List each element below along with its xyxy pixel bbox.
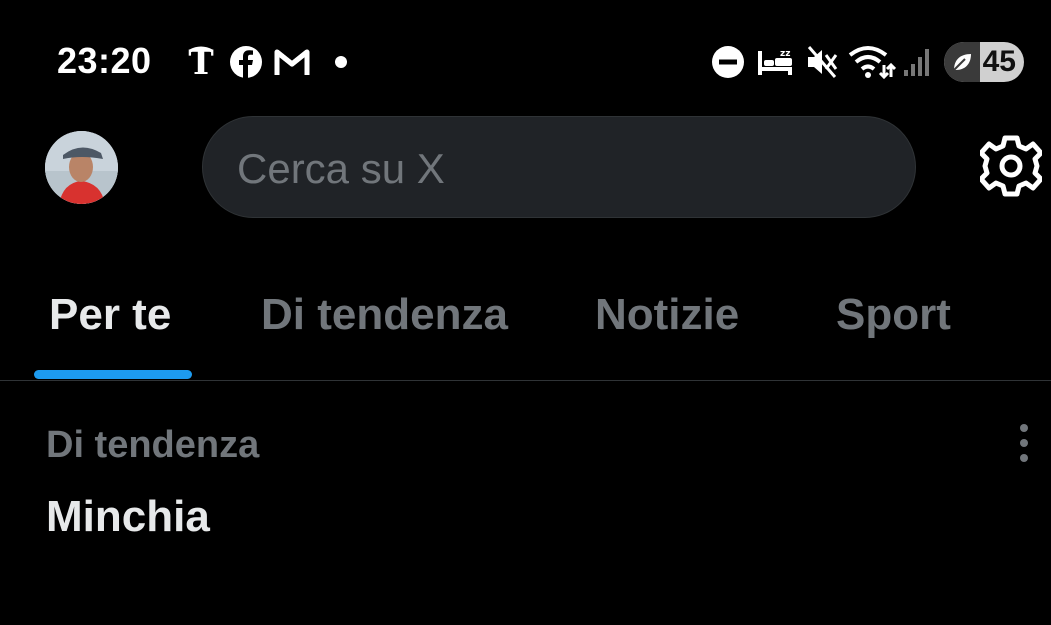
- search-input[interactable]: Cerca su X: [202, 116, 916, 218]
- status-time: 23:20: [57, 40, 152, 81]
- sleep-mode-icon: zz: [756, 44, 794, 80]
- power-saving-leaf-icon: [953, 54, 971, 71]
- active-tab-indicator: [34, 370, 192, 379]
- vibrate-icon: [804, 44, 840, 80]
- facebook-icon: [228, 44, 264, 80]
- nytimes-icon: T: [183, 44, 219, 80]
- cellular-signal-icon: [902, 44, 932, 80]
- wifi-icon: [848, 44, 896, 80]
- explore-tabs: Per te Di tendenza Notizie Sport: [0, 270, 1051, 381]
- trend-item[interactable]: Di tendenza Minchia: [0, 400, 1051, 570]
- profile-avatar[interactable]: [45, 131, 118, 204]
- trend-context: Di tendenza: [46, 424, 260, 466]
- do-not-disturb-icon: [710, 44, 746, 80]
- battery-percentage: 45: [982, 45, 1016, 78]
- more-notifications-dot: [335, 56, 347, 68]
- trend-title: Minchia: [46, 492, 210, 541]
- status-bar: 23:20 T zz 45: [0, 30, 1051, 94]
- gear-icon[interactable]: [978, 135, 1044, 197]
- more-options-icon[interactable]: [1010, 422, 1038, 464]
- screen: 23:20 T zz 45 Cerca su X Per te Di tende…: [0, 0, 1051, 625]
- tab-per-te[interactable]: Per te: [49, 290, 171, 340]
- battery-indicator: 45: [944, 42, 1024, 82]
- tab-sport[interactable]: Sport: [836, 290, 951, 340]
- gmail-icon: [274, 44, 310, 80]
- tab-di-tendenza[interactable]: Di tendenza: [261, 290, 508, 340]
- search-placeholder: Cerca su X: [237, 145, 445, 192]
- tab-notizie[interactable]: Notizie: [595, 290, 739, 340]
- svg-text:zz: zz: [780, 49, 790, 59]
